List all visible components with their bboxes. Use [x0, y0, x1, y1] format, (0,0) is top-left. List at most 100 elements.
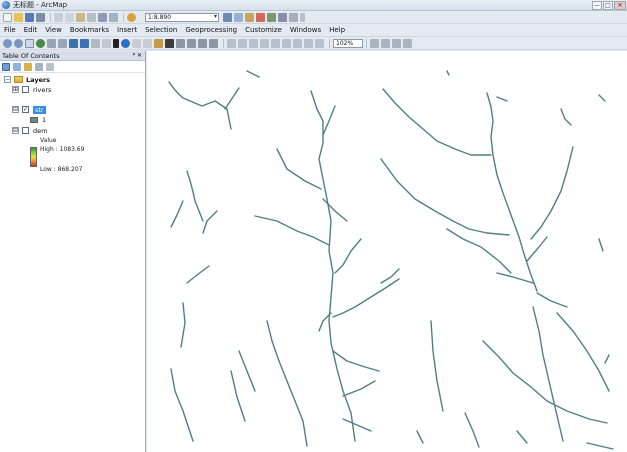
catalog-window-icon[interactable]	[245, 12, 254, 22]
open-folder-icon[interactable]	[14, 12, 23, 22]
river-segment	[342, 380, 376, 397]
maximize-button[interactable]: □	[603, 1, 613, 10]
previous-layout-extent-icon[interactable]	[304, 38, 313, 48]
search-window-icon[interactable]	[256, 12, 265, 22]
back-extent-icon[interactable]	[69, 38, 78, 48]
data-driven-pages-icon[interactable]	[403, 38, 412, 48]
hyperlink-icon[interactable]	[132, 38, 141, 48]
layers-root[interactable]: − Layers	[4, 75, 50, 84]
toc-header: Table Of Contents ᵠ ✕	[0, 51, 145, 61]
menu-file[interactable]: File	[4, 26, 16, 34]
undo-icon[interactable]	[98, 12, 107, 22]
save-icon[interactable]	[25, 12, 34, 22]
toc-window-icon[interactable]	[234, 12, 243, 22]
close-button[interactable]: ✕	[614, 1, 626, 10]
river-segment	[186, 170, 204, 222]
measure-icon[interactable]	[154, 38, 163, 48]
clear-selection-icon[interactable]	[102, 38, 111, 48]
river-segment	[276, 148, 322, 190]
layer-name[interactable]: dem	[33, 127, 47, 135]
model-builder-icon[interactable]	[289, 12, 298, 22]
add-data-dropdown-icon[interactable]	[138, 13, 143, 22]
toc-pin-close[interactable]: ᵠ ✕	[133, 51, 142, 61]
select-elements-icon[interactable]	[113, 38, 119, 48]
time-slider-icon[interactable]	[198, 38, 207, 48]
layout-zoom-out-icon[interactable]	[238, 38, 247, 48]
add-data-icon[interactable]	[127, 12, 136, 22]
fixed-zoom-in-icon[interactable]	[47, 38, 56, 48]
python-window-icon[interactable]	[278, 12, 287, 22]
expand-icon[interactable]: ⊞	[12, 86, 19, 93]
layout-zoom-in-icon[interactable]	[227, 38, 236, 48]
layer-visibility-checkbox[interactable]: ✓	[22, 106, 29, 113]
find-route-icon[interactable]	[176, 38, 185, 48]
collapse-icon[interactable]: ⊟	[12, 106, 19, 113]
menu-bookmarks[interactable]: Bookmarks	[70, 26, 109, 34]
pan-icon[interactable]	[25, 38, 34, 48]
river-segment	[486, 92, 538, 292]
new-document-icon[interactable]	[3, 12, 12, 22]
map-scale-combo[interactable]: 1:8,890	[145, 12, 219, 22]
river-segment	[516, 430, 528, 444]
zoom-100-icon[interactable]	[271, 38, 280, 48]
toggle-draft-mode-icon[interactable]	[370, 38, 379, 48]
toc-toolbar	[0, 61, 145, 73]
list-by-visibility-icon[interactable]	[24, 62, 32, 71]
delete-icon[interactable]	[87, 12, 96, 22]
layer-visibility-checkbox[interactable]	[22, 86, 29, 93]
fixed-layout-zoom-in-icon[interactable]	[282, 38, 291, 48]
menu-selection[interactable]: Selection	[145, 26, 177, 34]
cut-icon[interactable]	[54, 12, 63, 22]
html-popup-icon[interactable]	[143, 38, 152, 48]
select-features-icon[interactable]	[91, 38, 100, 48]
menu-customize[interactable]: Customize	[245, 26, 282, 34]
menu-view[interactable]: View	[45, 26, 62, 34]
menu-help[interactable]: Help	[329, 26, 345, 34]
layer-row-str[interactable]: ⊟ ✓ str	[12, 105, 46, 114]
toc-title: Table Of Contents	[2, 52, 60, 60]
river-segment	[496, 96, 508, 102]
arctoolbox-icon[interactable]	[267, 12, 276, 22]
fixed-layout-zoom-out-icon[interactable]	[293, 38, 302, 48]
redo-icon[interactable]	[109, 12, 118, 22]
menu-geoprocessing[interactable]: Geoprocessing	[185, 26, 237, 34]
fixed-zoom-out-icon[interactable]	[58, 38, 67, 48]
layer-visibility-checkbox[interactable]	[22, 127, 29, 134]
zoom-in-icon[interactable]	[3, 38, 12, 48]
find-icon[interactable]	[165, 38, 174, 48]
zoom-whole-page-icon[interactable]	[260, 38, 269, 48]
zoom-out-icon[interactable]	[14, 38, 23, 48]
create-viewer-icon[interactable]	[209, 38, 218, 48]
next-layout-extent-icon[interactable]	[315, 38, 324, 48]
layer-row-dem[interactable]: ⊟ dem	[12, 126, 47, 135]
focus-data-frame-icon[interactable]	[381, 38, 390, 48]
collapse-icon[interactable]: ⊟	[12, 127, 19, 134]
list-by-selection-icon[interactable]	[35, 62, 43, 71]
map-display[interactable]	[147, 51, 627, 452]
forward-extent-icon[interactable]	[80, 38, 89, 48]
menu-insert[interactable]: Insert	[117, 26, 137, 34]
river-segment	[170, 200, 184, 228]
layer-name[interactable]: rivers	[33, 86, 51, 94]
list-by-source-icon[interactable]	[13, 62, 21, 71]
toolbar-options-icon[interactable]	[300, 12, 305, 22]
identify-icon[interactable]	[121, 38, 130, 48]
list-by-drawing-order-icon[interactable]	[2, 62, 10, 71]
layout-pan-icon[interactable]	[249, 38, 258, 48]
minimize-button[interactable]: —	[592, 1, 602, 10]
layer-name[interactable]: str	[33, 105, 46, 114]
collapse-icon[interactable]: −	[4, 76, 11, 83]
print-icon[interactable]	[36, 12, 45, 22]
go-to-xy-icon[interactable]	[187, 38, 196, 48]
layer-row-rivers[interactable]: ⊞ rivers	[12, 85, 51, 94]
editor-toolbar-icon[interactable]	[223, 12, 232, 22]
layout-zoom-combo[interactable]: 102%	[333, 38, 363, 48]
menu-edit[interactable]: Edit	[24, 26, 38, 34]
change-layout-icon[interactable]	[392, 38, 401, 48]
paste-icon[interactable]	[76, 12, 85, 22]
toc-options-icon[interactable]	[46, 62, 54, 71]
copy-icon[interactable]	[65, 12, 74, 22]
table-of-contents: Table Of Contents ᵠ ✕ − Layers ⊞ rivers …	[0, 51, 146, 452]
menu-windows[interactable]: Windows	[290, 26, 321, 34]
full-extent-icon[interactable]	[36, 38, 45, 48]
